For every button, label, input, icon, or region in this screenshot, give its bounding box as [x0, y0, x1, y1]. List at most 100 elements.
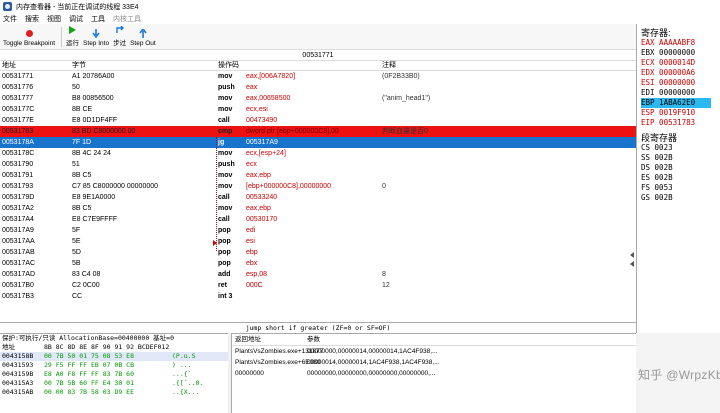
- segment-register-list: CS 0023 SS 002B DS 002B ES 002B FS 0053 GS 00…: [641, 143, 720, 203]
- hex-row[interactable]: 00431593 29 F5 FF FF EB 07 0B CB) ...: [0, 361, 228, 370]
- instruction-opcode: jg 005317A9: [216, 137, 380, 148]
- mnemonic: cmp: [218, 128, 233, 135]
- instruction-bytes: A1 20786A00: [72, 73, 115, 80]
- disassembly-row[interactable]: 00531783 83 BD C8000000 00 cmp dword ptr [e…: [0, 126, 636, 137]
- run-button[interactable]: 运行: [66, 25, 79, 49]
- disassembly-row[interactable]: 005317AA 5E pop esi: [0, 236, 636, 247]
- call-stack-row[interactable]: PlantsVsZombies.exe+131877 00000000,00000…: [232, 346, 636, 357]
- segment-register-value[interactable]: DS 002B: [641, 163, 720, 173]
- step-into-button[interactable]: Step Into: [83, 28, 109, 49]
- header-bytes[interactable]: 字节: [70, 61, 216, 70]
- segment-register-value[interactable]: ES 002B: [641, 173, 720, 183]
- step-over-button[interactable]: 步过: [113, 25, 126, 49]
- disassembly-row[interactable]: 0053177E E8 0D1DF4FF call 00473490: [0, 115, 636, 126]
- segment-register-value[interactable]: FS 0053: [641, 183, 720, 193]
- hex-row[interactable]: 0043159B E8 A0 F8 FF FF 83 7B 60 ...{`: [0, 370, 228, 379]
- instruction-address: 0053179D: [2, 194, 35, 201]
- hex-address: 004315A3: [2, 379, 34, 387]
- disassembly-row[interactable]: 00531793 C7 85 C8000000 00000000 mov [ebp+0…: [0, 181, 636, 192]
- header-opcode[interactable]: 操作码: [216, 61, 380, 70]
- menu-search[interactable]: 搜索: [25, 14, 39, 24]
- disassembly-row[interactable]: 005317AB 5D pop ebp: [0, 247, 636, 258]
- operands: dword ptr [ebp+000000C8],00: [246, 128, 339, 135]
- mnemonic: int 3: [218, 293, 233, 300]
- call-stack-row[interactable]: 00000000 00000000,00000000,00000000,00000…: [232, 368, 636, 379]
- register-value[interactable]: ECX 0000014D: [641, 58, 720, 68]
- disassembly-row[interactable]: 00531776 50 push eax: [0, 82, 636, 93]
- hex-row[interactable]: 004315A3 00 7B 5B 60 FF E4 30 01 .{[`..0.: [0, 379, 228, 388]
- register-value[interactable]: EIP 00531783: [641, 118, 720, 128]
- disassembly-row[interactable]: 005317B0 C2 0C00 ret 000C 12: [0, 280, 636, 291]
- hex-row[interactable]: 0043158B 00 7B 50 01 75 08 53 E8 (P.u.S: [0, 352, 228, 361]
- disassembly-view[interactable]: 地址 字节 操作码 注释 00531771 A1 20786A00 mov eax,[…: [0, 61, 636, 322]
- disassembly-row[interactable]: 00531790 51 push ecx: [0, 159, 636, 170]
- instruction-comment: [380, 148, 636, 159]
- disassembly-row[interactable]: 0053179D E8 9E1A0000 call 00533240: [0, 192, 636, 203]
- instruction-opcode: push eax: [216, 82, 380, 93]
- disassembly-row[interactable]: 0053178A 7F 1D jg 005317A9: [0, 137, 636, 148]
- segment-register-value[interactable]: GS 002B: [641, 193, 720, 203]
- disassembly-row[interactable]: 00531791 8B C5 mov eax,ebp: [0, 170, 636, 181]
- call-parameters: 00000000,00000014,00000014,1AC4F938,...: [307, 348, 438, 355]
- instruction-comment: [380, 170, 636, 181]
- instruction-bytes: CC: [72, 293, 83, 300]
- register-value[interactable]: EDX 000000A6: [641, 68, 720, 78]
- instruction-opcode: pop edi: [216, 225, 380, 236]
- disassembly-row[interactable]: 0053177C 8B CE mov ecx,esi: [0, 104, 636, 115]
- hex-header-bytes: 8B 8C 8D 8E 8F 90 91 92 BCDEF012: [44, 343, 170, 351]
- hex-ascii: ..{X...: [172, 388, 200, 396]
- instruction-comment: [380, 159, 636, 170]
- disassembly-rows: 00531771 A1 20786A00 mov eax,[006A7820] (0F2…: [0, 71, 636, 302]
- header-address[interactable]: 地址: [0, 61, 70, 70]
- mnemonic: mov: [218, 205, 233, 212]
- call-stack[interactable]: 返回地址 参数 PlantsVsZombies.exe+131877 000000…: [231, 333, 636, 413]
- instruction-opcode: mov eax,ebp: [216, 170, 380, 181]
- register-value[interactable]: EAX AAAAABF8: [641, 38, 720, 48]
- disassembly-row[interactable]: 005317B3 CC int 3: [0, 291, 636, 302]
- disassembly-row[interactable]: 005317A9 5F pop edi: [0, 225, 636, 236]
- hex-ascii: ...{`: [172, 370, 192, 378]
- disassembly-row[interactable]: 0053178C 8B 4C 24 24 mov ecx,[esp+24]: [0, 148, 636, 159]
- register-value[interactable]: EDI 00000000: [641, 88, 720, 98]
- current-address[interactable]: 00531771: [0, 50, 636, 61]
- register-value[interactable]: EBX 00000000: [641, 48, 720, 58]
- registers-panel: 寄存器: EAX AAAAABF8 EBX 00000000 ECX 0000014…: [636, 24, 720, 333]
- header-parameters[interactable]: 参数: [304, 334, 636, 345]
- hex-view[interactable]: 保护:可执行/只读 AllocationBase=00400000 基址=0 地…: [0, 333, 228, 413]
- operands: [ebp+000000C8],00000000: [246, 183, 332, 190]
- hex-row[interactable]: 004315AB 00 00 83 7B 58 03 D9 EE ..{X...: [0, 388, 228, 397]
- operands: 00533240: [246, 194, 278, 201]
- register-value[interactable]: ESI 00000000: [641, 78, 720, 88]
- disassembly-row[interactable]: 00531777 B8 00856500 mov eax,00658500 ("anim…: [0, 93, 636, 104]
- scroll-indicator[interactable]: [628, 249, 636, 289]
- header-comment[interactable]: 注释: [380, 61, 636, 70]
- disassembly-row[interactable]: 005317A4 E8 C7E9FFFF call 00530170: [0, 214, 636, 225]
- menu-debug[interactable]: 调试: [69, 14, 83, 24]
- disassembly-row[interactable]: 00531771 A1 20786A00 mov eax,[006A7820] (0F2…: [0, 71, 636, 82]
- call-stack-row[interactable]: PlantsVsZombies.exe+6E080 00000014,000000…: [232, 357, 636, 368]
- operands: 00530170: [246, 216, 278, 223]
- operands: esp,08: [246, 271, 268, 278]
- segment-register-value[interactable]: CS 0023: [641, 143, 720, 153]
- disassembly-row[interactable]: 005317AD 83 C4 08 add esp,08 8: [0, 269, 636, 280]
- mnemonic: call: [218, 117, 230, 124]
- register-value[interactable]: EBP 1ABA62E0: [641, 98, 711, 108]
- menu-view[interactable]: 视图: [47, 14, 61, 24]
- menu-file[interactable]: 文件: [3, 14, 17, 24]
- segment-register-value[interactable]: SS 002B: [641, 153, 720, 163]
- mnemonic: add: [218, 271, 231, 278]
- disassembly-row[interactable]: 005317A2 8B C5 mov eax,ebp: [0, 203, 636, 214]
- mnemonic: mov: [218, 172, 233, 179]
- instruction-opcode: mov eax,00658500: [216, 93, 380, 104]
- menu-tools[interactable]: 工具: [91, 14, 105, 24]
- toggle-breakpoint-button[interactable]: Toggle Breakpoint: [3, 28, 55, 49]
- instruction-opcode: push ecx: [216, 159, 380, 170]
- operands: 000C: [246, 282, 263, 289]
- hex-ascii: ) ...: [172, 361, 192, 369]
- step-out-button[interactable]: Step Out: [130, 28, 156, 49]
- instruction-bytes: C2 0C00: [72, 282, 100, 289]
- header-return-address[interactable]: 返回地址: [232, 334, 304, 345]
- register-value[interactable]: ESP 0019F910: [641, 108, 720, 118]
- menu-kernel-tools: 内核工具: [113, 15, 141, 23]
- disassembly-row[interactable]: 005317AC 5B pop ebx: [0, 258, 636, 269]
